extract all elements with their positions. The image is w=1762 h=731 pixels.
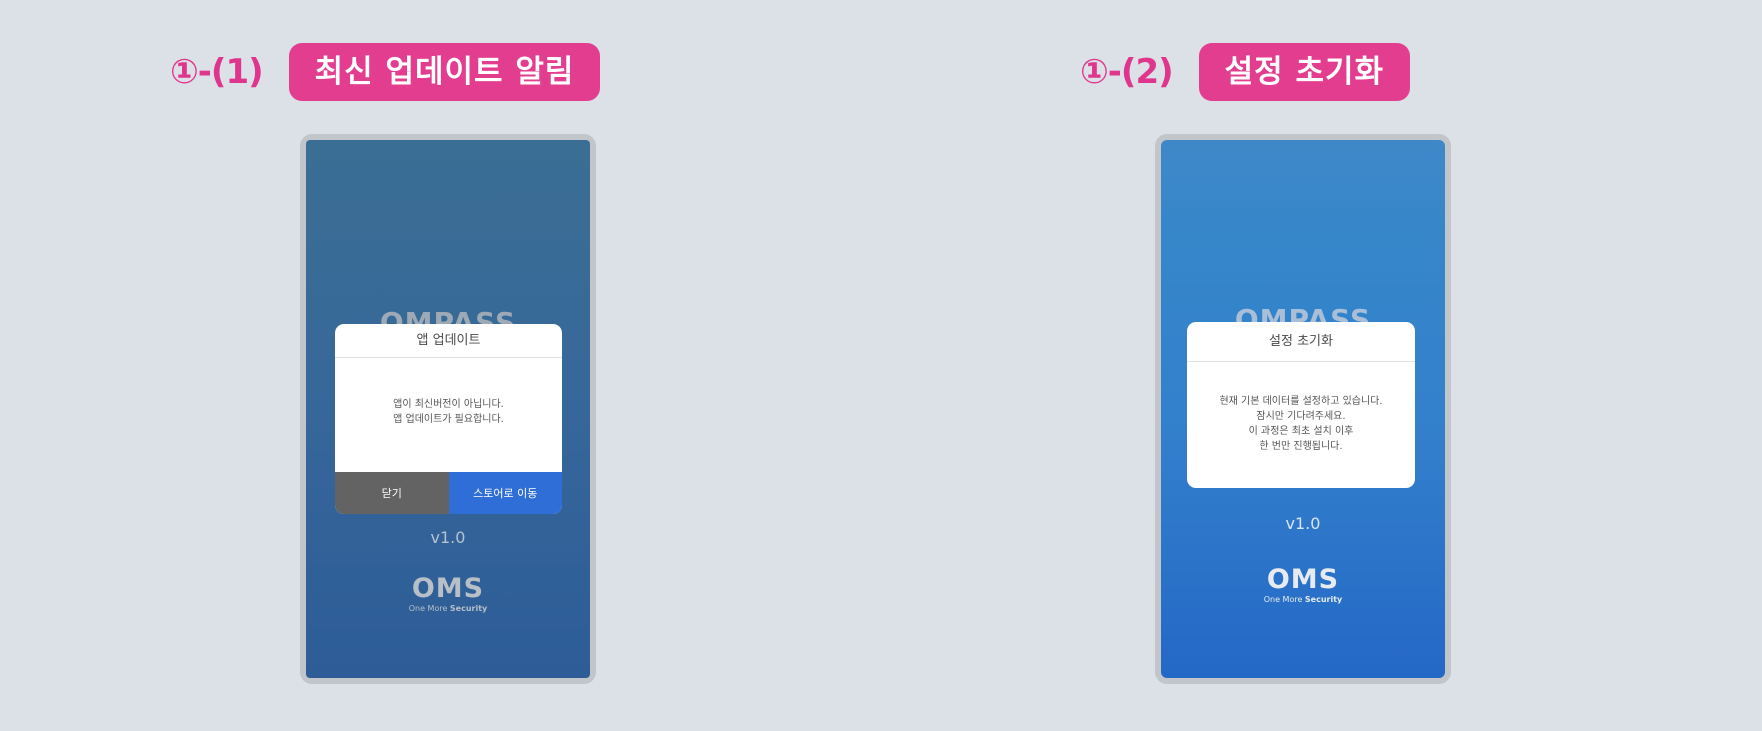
reset-dialog: 설정 초기화 현재 기본 데이터를 설정하고 있습니다. 잠시만 기다려주세요.… bbox=[1187, 322, 1415, 488]
dialog-message-line: 잠시만 기다려주세요. bbox=[1256, 411, 1346, 422]
app-screen: OMPASS 앱 업데이트 앱이 최신버전이 아닙니다. 앱 업데이트가 필요합… bbox=[306, 140, 590, 678]
oms-logo-tagline: One More Security bbox=[408, 604, 488, 613]
go-to-store-button[interactable]: 스토어로 이동 bbox=[448, 472, 562, 514]
dialog-title: 앱 업데이트 bbox=[335, 324, 562, 358]
app-version: v1.0 bbox=[1285, 514, 1321, 533]
dialog-message: 앱이 최신버전이 아닙니다. 앱 업데이트가 필요합니다. bbox=[335, 358, 562, 427]
dialog-title: 설정 초기화 bbox=[1187, 322, 1415, 362]
step-number: ①-(1) bbox=[170, 52, 264, 92]
section-title: 설정 초기화 bbox=[1198, 43, 1411, 101]
dialog-message-line: 현재 기본 데이터를 설정하고 있습니다. bbox=[1219, 396, 1383, 407]
oms-logo-tagline: One More Security bbox=[1263, 595, 1343, 604]
step-number: ①-(2) bbox=[1080, 52, 1174, 92]
phone-mockup-reset: OMPASS 설정 초기화 현재 기본 데이터를 설정하고 있습니다. 잠시만 … bbox=[1155, 134, 1451, 684]
update-dialog: 앱 업데이트 앱이 최신버전이 아닙니다. 앱 업데이트가 필요합니다. 닫기 … bbox=[335, 324, 562, 514]
dialog-buttons: 닫기 스토어로 이동 bbox=[335, 472, 562, 514]
oms-logo: OMS One More Security bbox=[1161, 566, 1445, 604]
oms-logo: OMS One More Security bbox=[306, 575, 590, 613]
close-button[interactable]: 닫기 bbox=[335, 472, 449, 514]
oms-logo-mark: OMS bbox=[1266, 564, 1340, 595]
phone-mockup-update: OMPASS 앱 업데이트 앱이 최신버전이 아닙니다. 앱 업데이트가 필요합… bbox=[300, 134, 596, 684]
app-screen: OMPASS 설정 초기화 현재 기본 데이터를 설정하고 있습니다. 잠시만 … bbox=[1161, 140, 1445, 678]
app-version: v1.0 bbox=[430, 528, 466, 547]
dialog-message-line: 앱이 최신버전이 아닙니다. bbox=[393, 399, 504, 410]
section-label-reset: ①-(2) 설정 초기화 bbox=[1080, 43, 1411, 101]
section-label-update: ①-(1) 최신 업데이트 알림 bbox=[170, 43, 601, 101]
dialog-message: 현재 기본 데이터를 설정하고 있습니다. 잠시만 기다려주세요. 이 과정은 … bbox=[1187, 362, 1415, 454]
oms-logo-mark: OMS bbox=[411, 573, 485, 604]
dialog-message-line: 앱 업데이트가 필요합니다. bbox=[393, 414, 504, 425]
dialog-message-line: 이 과정은 최초 설치 이후 bbox=[1248, 426, 1354, 437]
dialog-message-line: 한 번만 진행됩니다. bbox=[1259, 441, 1343, 452]
section-title: 최신 업데이트 알림 bbox=[288, 43, 601, 101]
